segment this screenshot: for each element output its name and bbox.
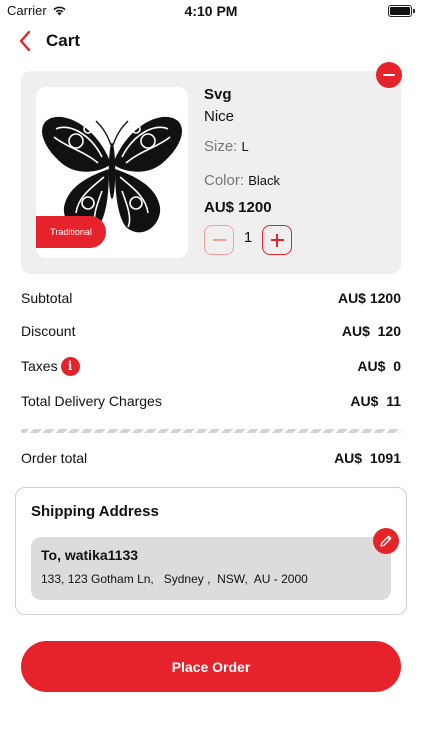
back-button[interactable]	[18, 29, 36, 53]
taxes-label: Taxes	[21, 358, 58, 374]
quantity-increase-button[interactable]	[262, 225, 292, 255]
taxes-row: Taxes i AU$ 0	[21, 355, 401, 377]
address-recipient: To, watika1133	[41, 547, 139, 563]
product-image: Traditional	[36, 87, 188, 258]
product-description: Nice	[204, 108, 235, 125]
order-total-label: Order total	[21, 450, 88, 466]
minus-icon	[212, 239, 226, 241]
dashed-divider	[21, 429, 401, 433]
color-label: Color:	[204, 172, 245, 189]
back-chevron-icon	[19, 30, 31, 52]
discount-label: Discount	[21, 323, 76, 339]
size-value: L	[241, 139, 249, 154]
delivery-label: Total Delivery Charges	[21, 393, 162, 409]
color-value: Black	[248, 173, 280, 188]
shipping-title: Shipping Address	[31, 503, 159, 520]
taxes-label-group: Taxes i	[21, 356, 80, 376]
edit-pencil-icon	[380, 535, 392, 547]
quantity-decrease-button[interactable]	[204, 225, 234, 255]
info-icon[interactable]: i	[60, 356, 80, 376]
product-price: AU$ 1200	[204, 199, 272, 216]
product-name: Svg	[204, 86, 232, 103]
subtotal-row: Subtotal AU$ 1200	[21, 287, 401, 309]
delivery-value: AU$ 11	[350, 393, 401, 409]
plus-icon	[270, 233, 284, 247]
remove-icon	[383, 73, 395, 77]
edit-address-button[interactable]	[373, 528, 399, 554]
place-order-button[interactable]: Place Order	[21, 641, 401, 692]
subtotal-value: AU$ 1200	[337, 290, 401, 306]
product-color: Color: Black	[204, 172, 280, 189]
product-size: Size: L	[204, 138, 249, 155]
battery-icon	[388, 5, 415, 17]
taxes-value: AU$ 0	[357, 358, 401, 374]
status-time: 4:10 PM	[184, 3, 238, 19]
category-tag: Traditional	[36, 216, 106, 248]
order-total-value: AU$ 1091	[334, 450, 401, 466]
address-line: 133, 123 Gotham Ln, Sydney , NSW, AU - 2…	[41, 572, 308, 586]
header: Cart	[18, 28, 80, 54]
discount-value: AU$ 120	[341, 323, 401, 339]
size-label: Size:	[204, 138, 238, 155]
delivery-row: Total Delivery Charges AU$ 11	[21, 390, 401, 412]
order-total-row: Order total AU$ 1091	[21, 447, 401, 469]
discount-row: Discount AU$ 120	[21, 320, 401, 342]
quantity-value: 1	[243, 229, 253, 246]
page-title: Cart	[46, 31, 81, 50]
subtotal-label: Subtotal	[21, 290, 73, 306]
remove-item-button[interactable]	[376, 62, 402, 88]
status-bar: Carrier 4:10 PM	[0, 0, 422, 24]
